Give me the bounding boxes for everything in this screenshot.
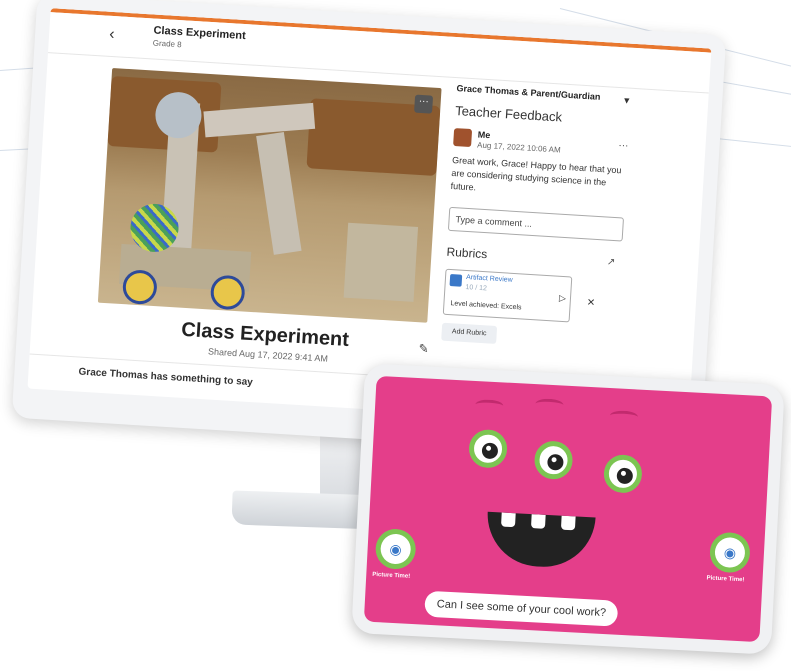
eye-highlight — [551, 457, 557, 463]
camera-icon: ◉ — [714, 536, 746, 569]
tooth — [530, 514, 546, 529]
external-link-icon[interactable]: ↗ — [607, 257, 616, 268]
speech-bubble: Can I see some of your cool work? — [424, 590, 619, 627]
tooth — [560, 515, 576, 531]
monster-brow — [609, 410, 639, 423]
audience-label: Grace Thomas & Parent/Guardian — [456, 83, 601, 102]
rubric-name[interactable]: Artifact Review — [466, 274, 513, 284]
eye-highlight — [620, 470, 627, 476]
monster-brow — [535, 398, 564, 411]
comment-input[interactable]: Type a comment ... — [447, 206, 625, 242]
tablet-screen: ◉ Picture Time! ◉ Picture Time! Can I se… — [363, 375, 773, 643]
cardboard-box — [343, 222, 419, 302]
rubrics-heading: Rubrics ↗ — [446, 245, 622, 270]
camera-button[interactable]: ◉ — [708, 531, 751, 574]
page-subtitle: Grade 8 — [152, 38, 182, 50]
monster-eye — [533, 440, 574, 481]
monster-eye — [602, 453, 643, 494]
feedback-panel: Grace Thomas & Parent/Guardian ▼ Teacher… — [441, 83, 631, 351]
avatar — [453, 128, 473, 148]
post-title: Class Experiment — [180, 318, 350, 351]
camera-label: Picture Time! — [372, 571, 411, 580]
rubric-grid-icon — [449, 274, 463, 287]
feedback-heading: Teacher Feedback — [454, 103, 563, 125]
tooth — [500, 512, 516, 528]
comment-time: Aug 17, 2022 10:06 AM — [476, 140, 561, 155]
cardboard-piece — [256, 132, 302, 255]
play-icon[interactable]: ▷ — [559, 293, 567, 304]
add-rubric-button[interactable]: Add Rubric — [441, 322, 498, 344]
rubrics-label: Rubrics — [446, 244, 488, 262]
chevron-left-icon[interactable]: ‹ — [109, 26, 115, 44]
monster-brow — [475, 399, 504, 412]
comment-author: Me — [477, 129, 491, 141]
experiment-photo: ··· — [97, 68, 442, 323]
rubric-level: Level achieved: Excels — [450, 300, 522, 312]
camera-icon: ◉ — [379, 533, 412, 565]
caret-down-icon: ▼ — [621, 95, 632, 106]
monster-mouth — [485, 511, 596, 570]
more-options-button[interactable]: ··· — [414, 94, 434, 114]
tablet: ◉ Picture Time! ◉ Picture Time! Can I se… — [351, 363, 785, 655]
pencil-icon[interactable]: ✎ — [418, 341, 429, 356]
pupil — [547, 453, 564, 471]
camera-label: Picture Time! — [706, 575, 745, 584]
cardboard-piece — [203, 102, 316, 138]
pupil — [616, 467, 634, 485]
camera-button[interactable]: ◉ — [374, 528, 417, 571]
student-message: Grace Thomas has something to say — [78, 366, 254, 389]
rubric-card[interactable]: Artifact Review 10 / 12 Level achieved: … — [442, 268, 573, 323]
rubric-score: 10 / 12 — [465, 284, 488, 293]
eye-highlight — [485, 445, 492, 451]
monitor-screen: ‹ Class Experiment Grade 8 ··· Class Exp… — [27, 8, 712, 429]
monster-eye — [468, 428, 509, 469]
more-icon[interactable]: ··· — [618, 140, 629, 152]
close-icon[interactable]: ✕ — [586, 297, 595, 308]
pupil — [481, 442, 499, 460]
